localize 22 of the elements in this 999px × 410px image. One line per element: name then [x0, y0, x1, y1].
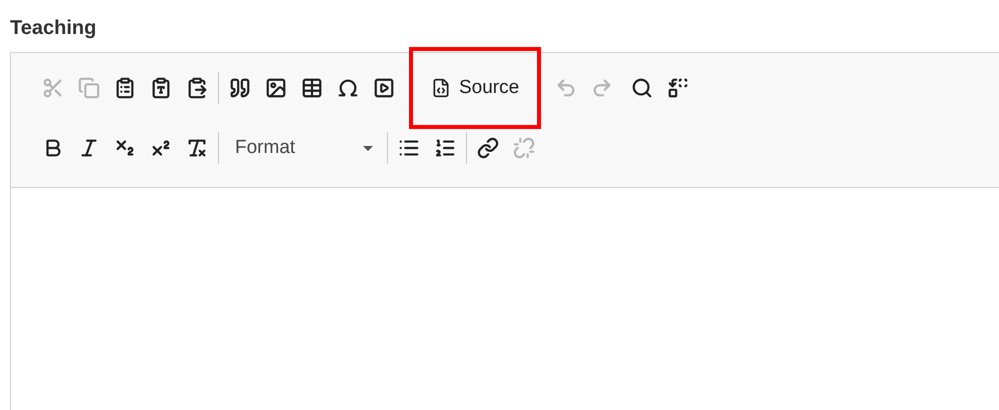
format-dropdown[interactable]: Format: [225, 131, 381, 165]
undo-icon: [555, 77, 578, 99]
play-icon: [373, 77, 395, 99]
clipboard-text-icon: [150, 77, 172, 99]
omega-icon: [337, 77, 359, 99]
image-icon: [265, 77, 287, 99]
quote-icon: [229, 77, 251, 99]
scissors-icon: [42, 77, 64, 99]
search-icon: [631, 77, 654, 99]
source-button[interactable]: Source: [409, 47, 542, 129]
clipboard-icon: [114, 77, 136, 99]
copy-icon: [78, 77, 100, 99]
unlink-icon: [513, 137, 535, 159]
redo-icon: [591, 77, 614, 99]
remove-format-icon: [186, 137, 208, 159]
code-file-icon: [431, 78, 451, 98]
replace-icon: [667, 77, 690, 99]
link-icon: [477, 137, 499, 159]
table-icon: [301, 77, 323, 99]
caret-icon: [363, 146, 373, 150]
field-label: Teaching: [10, 16, 96, 41]
numbered-list-icon: [434, 137, 456, 159]
